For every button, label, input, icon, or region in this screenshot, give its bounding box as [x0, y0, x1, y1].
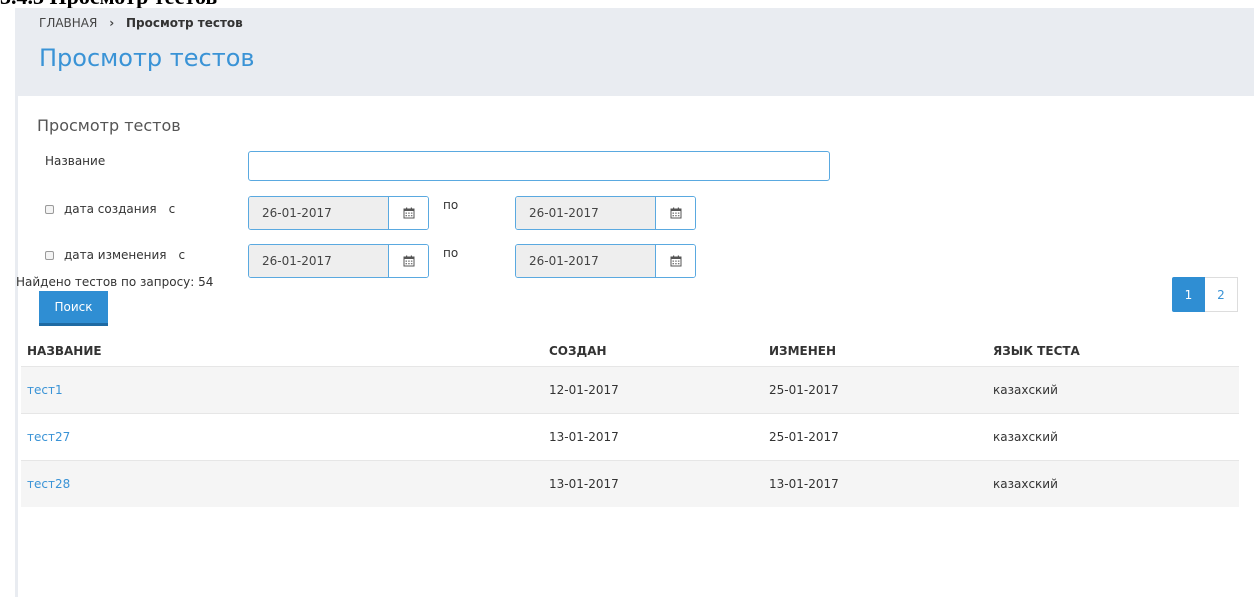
created-to-calendar-button[interactable]	[656, 197, 695, 229]
created-date-checkbox[interactable]	[45, 204, 54, 214]
test-name-link[interactable]: тест27	[21, 413, 549, 461]
results-table: НАЗВАНИЕ СОЗДАН ИЗМЕНЕН ЯЗЫК ТЕСТА тест1…	[21, 336, 1239, 507]
pagination: 1 2	[1172, 277, 1238, 312]
page-title: Просмотр тестов	[39, 44, 255, 72]
modified-from-label: с	[178, 248, 186, 262]
language-cell: казахский	[993, 460, 1239, 507]
created-filter-row: дата создания с	[45, 202, 175, 216]
column-header-language[interactable]: ЯЗЫК ТЕСТА	[993, 336, 1239, 367]
modified-to-input[interactable]: 26-01-2017	[516, 245, 656, 277]
modified-to-date: 26-01-2017	[515, 244, 696, 278]
created-date-label: дата создания	[64, 202, 157, 216]
created-to-label: по	[443, 198, 459, 212]
test-name-link[interactable]: тест28	[21, 460, 549, 507]
created-from-label: с	[168, 202, 176, 216]
search-button[interactable]: Поиск	[39, 291, 108, 326]
table-row: тест27 13-01-2017 25-01-2017 казахский	[21, 413, 1239, 461]
modified-date-cell: 25-01-2017	[769, 413, 993, 461]
page-1-button[interactable]: 1	[1172, 277, 1205, 312]
calendar-icon	[670, 255, 681, 267]
created-from-calendar-button[interactable]	[389, 197, 428, 229]
name-input[interactable]	[248, 151, 830, 181]
created-date-cell: 12-01-2017	[549, 366, 769, 414]
table-row: тест28 13-01-2017 13-01-2017 казахский	[21, 460, 1239, 507]
column-header-created[interactable]: СОЗДАН	[549, 336, 769, 367]
breadcrumb-separator-icon: ›	[109, 16, 115, 30]
table-row: тест1 12-01-2017 25-01-2017 казахский	[21, 366, 1239, 414]
modified-to-calendar-button[interactable]	[656, 245, 695, 277]
language-cell: казахский	[993, 413, 1239, 461]
modified-date-checkbox[interactable]	[45, 250, 54, 260]
modified-date-cell: 25-01-2017	[769, 366, 993, 414]
page-header: ГЛАВНАЯ › Просмотр тестов Просмотр тесто…	[15, 8, 1254, 96]
modified-date-cell: 13-01-2017	[769, 460, 993, 507]
created-date-cell: 13-01-2017	[549, 460, 769, 507]
created-to-date: 26-01-2017	[515, 196, 696, 230]
document-heading: 3.4.3 Просмотр тестов	[0, 0, 217, 8]
calendar-icon	[403, 255, 414, 267]
language-cell: казахский	[993, 366, 1239, 414]
breadcrumb-current: Просмотр тестов	[125, 16, 243, 30]
calendar-icon	[670, 207, 681, 219]
created-date-cell: 13-01-2017	[549, 413, 769, 461]
calendar-icon	[403, 207, 414, 219]
created-to-input[interactable]: 26-01-2017	[516, 197, 656, 229]
test-name-link[interactable]: тест1	[21, 366, 549, 414]
modified-date-label: дата изменения	[64, 248, 167, 262]
modified-from-date: 26-01-2017	[248, 244, 429, 278]
column-header-name[interactable]: НАЗВАНИЕ	[21, 336, 549, 367]
table-header-row: НАЗВАНИЕ СОЗДАН ИЗМЕНЕН ЯЗЫК ТЕСТА	[21, 336, 1239, 367]
panel-title: Просмотр тестов	[37, 116, 181, 135]
breadcrumb-home[interactable]: ГЛАВНАЯ	[39, 16, 97, 30]
created-from-input[interactable]: 26-01-2017	[249, 197, 389, 229]
created-from-date: 26-01-2017	[248, 196, 429, 230]
modified-from-input[interactable]: 26-01-2017	[249, 245, 389, 277]
modified-to-label: по	[443, 246, 459, 260]
name-label: Название	[45, 154, 106, 168]
modified-filter-row: дата изменения с	[45, 248, 185, 262]
results-count: Найдено тестов по запросу: 54	[16, 275, 214, 289]
breadcrumb: ГЛАВНАЯ › Просмотр тестов	[39, 16, 243, 30]
page-2-button[interactable]: 2	[1205, 277, 1238, 312]
column-header-modified[interactable]: ИЗМЕНЕН	[769, 336, 993, 367]
modified-from-calendar-button[interactable]	[389, 245, 428, 277]
